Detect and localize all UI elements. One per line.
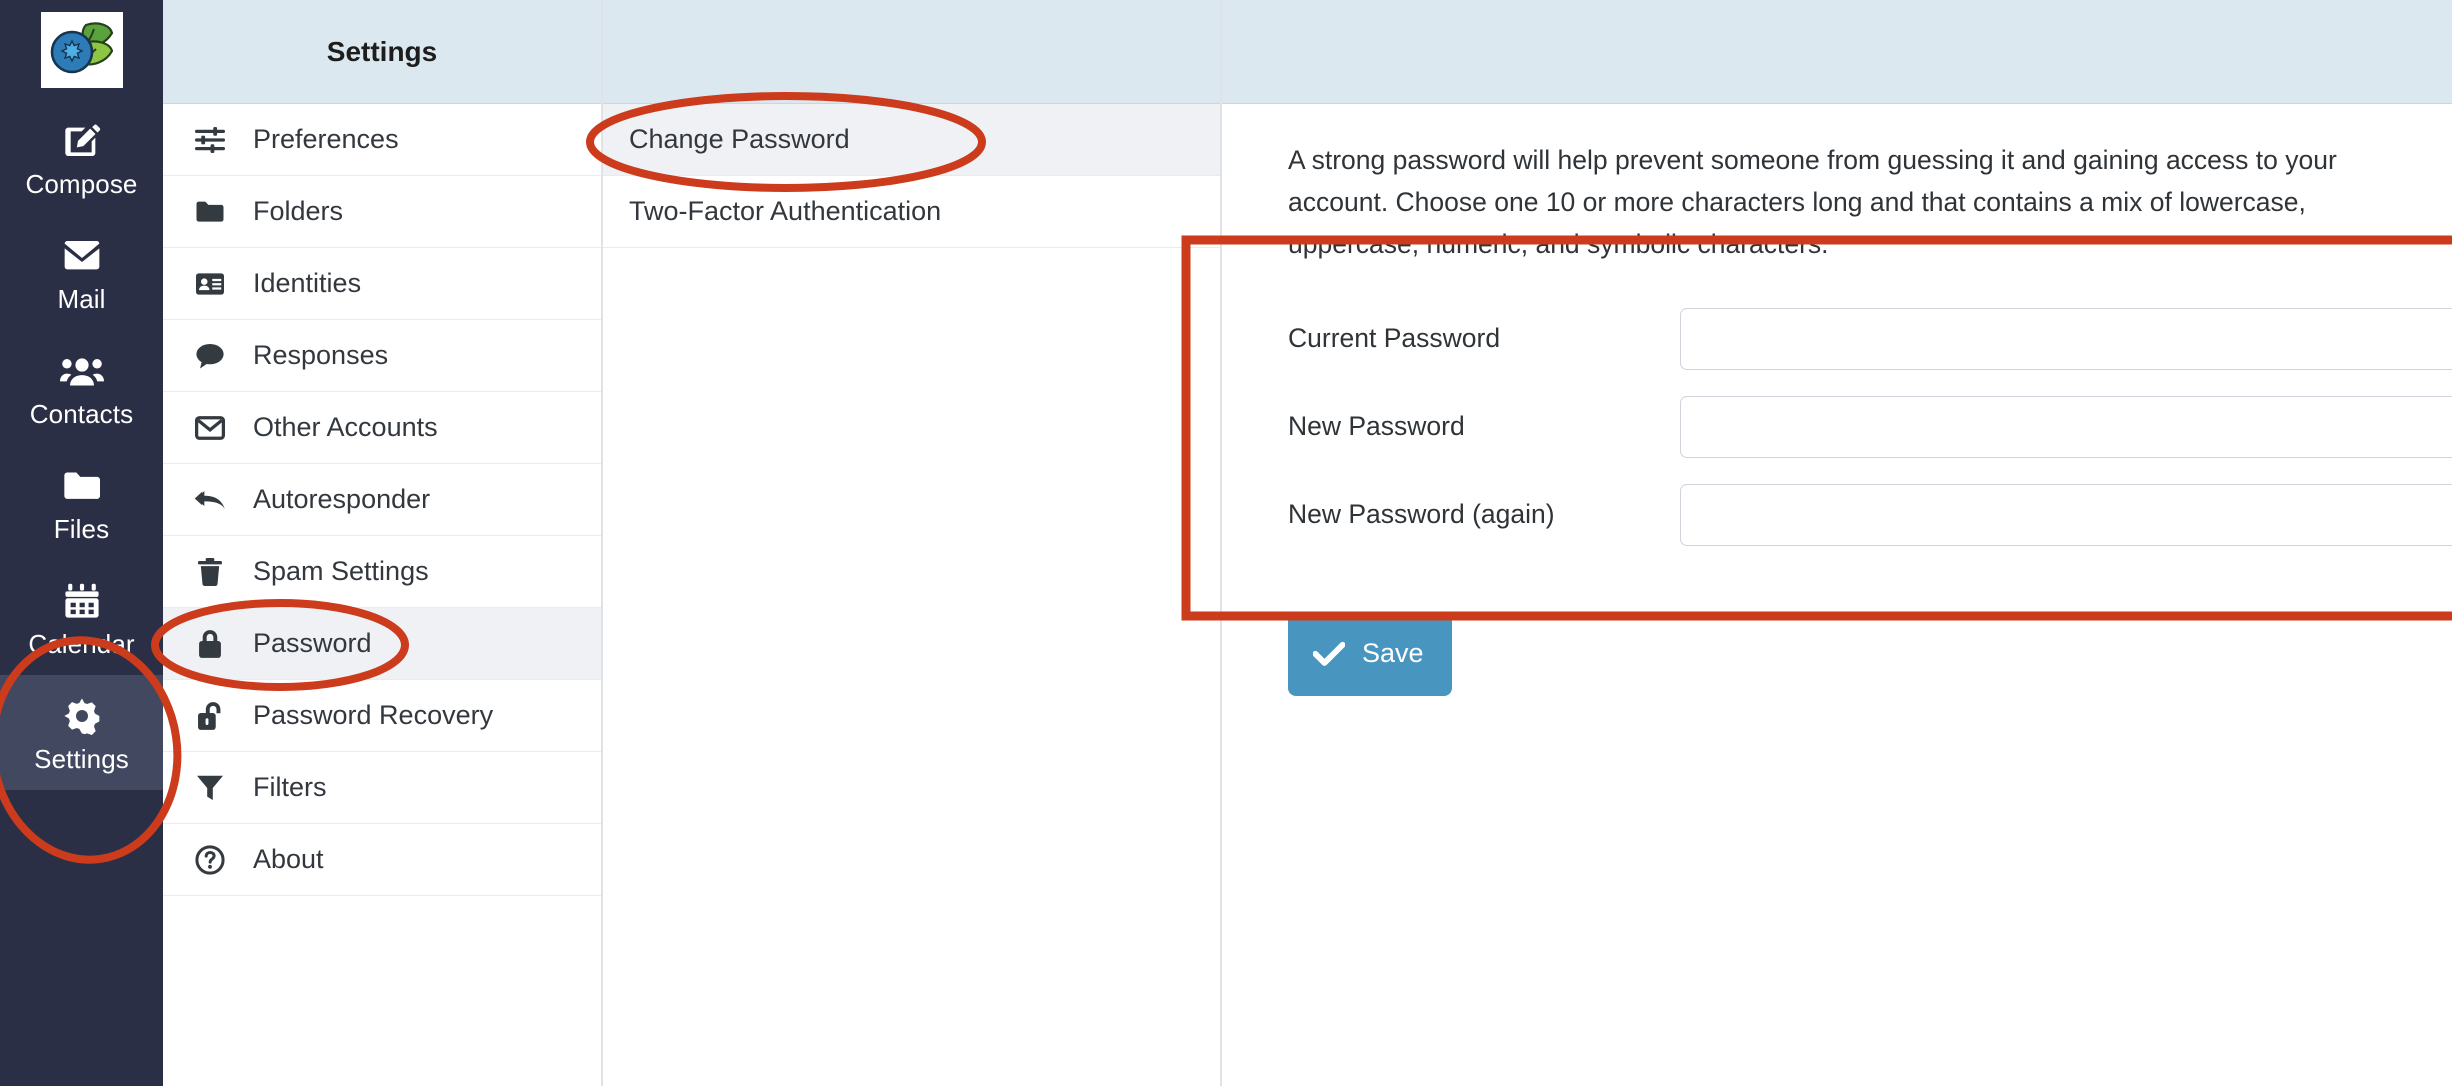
compose-icon xyxy=(60,119,104,163)
sidebar-item-label: Settings xyxy=(34,743,129,774)
reply-all-icon xyxy=(193,483,227,517)
chat-bubble-icon xyxy=(193,339,227,373)
change-password-content: A strong password will help prevent some… xyxy=(1222,0,2452,1086)
id-card-icon xyxy=(193,267,227,301)
settings-item-responses[interactable]: Responses xyxy=(163,320,601,392)
settings-item-label: Filters xyxy=(253,772,327,802)
app-logo xyxy=(0,0,163,100)
section-panel-header xyxy=(603,0,1220,104)
sidebar-item-mail[interactable]: Mail xyxy=(0,215,163,330)
settings-item-label: Folders xyxy=(253,196,344,226)
settings-item-password[interactable]: Password xyxy=(163,608,601,680)
gear-icon xyxy=(60,694,104,738)
settings-item-label: Password Recovery xyxy=(253,700,494,730)
sidebar-item-label: Files xyxy=(53,513,110,544)
settings-list-panel: Settings Preferences Folders Identities … xyxy=(163,0,603,1086)
content-header xyxy=(1222,0,2452,104)
password-section-panel: Change Password Two-Factor Authenticatio… xyxy=(603,0,1222,1086)
sliders-icon xyxy=(193,123,227,157)
settings-item-about[interactable]: About xyxy=(163,824,601,896)
trash-icon xyxy=(193,555,227,589)
settings-item-password-recovery[interactable]: Password Recovery xyxy=(163,680,601,752)
lock-open-icon xyxy=(193,699,227,733)
settings-item-spam-settings[interactable]: Spam Settings xyxy=(163,536,601,608)
settings-item-label: Spam Settings xyxy=(253,556,429,586)
settings-item-label: Password xyxy=(253,628,372,658)
current-password-label: Current Password xyxy=(1288,323,1501,354)
settings-list: Preferences Folders Identities Responses… xyxy=(163,104,601,896)
section-list: Change Password Two-Factor Authenticatio… xyxy=(603,104,1220,248)
check-icon xyxy=(1312,637,1346,671)
settings-item-folders[interactable]: Folders xyxy=(163,176,601,248)
settings-item-other-accounts[interactable]: Other Accounts xyxy=(163,392,601,464)
sidebar-item-compose[interactable]: Compose xyxy=(0,100,163,215)
sidebar-item-label: Calendar xyxy=(28,628,135,659)
section-item-two-factor-authentication[interactable]: Two-Factor Authentication xyxy=(603,176,1220,248)
question-mark-icon xyxy=(193,843,227,877)
settings-item-autoresponder[interactable]: Autoresponder xyxy=(163,464,601,536)
page-title: Settings xyxy=(326,35,438,67)
lock-closed-icon xyxy=(193,627,227,661)
blueberry-logo-icon xyxy=(40,12,123,88)
current-password-field[interactable] xyxy=(1680,307,2452,370)
calendar-icon xyxy=(60,579,104,623)
form-row-new-password: New Password xyxy=(1288,395,2452,458)
envelope-icon xyxy=(193,411,227,445)
settings-item-filters[interactable]: Filters xyxy=(163,752,601,824)
confirm-password-field[interactable] xyxy=(1680,483,2452,546)
settings-item-preferences[interactable]: Preferences xyxy=(163,104,601,176)
app-sidebar: Compose Mail Contacts Files Calendar Set… xyxy=(0,0,163,1086)
password-help-text: A strong password will help prevent some… xyxy=(1288,145,2337,259)
sidebar-item-contacts[interactable]: Contacts xyxy=(0,330,163,445)
sidebar-item-calendar[interactable]: Calendar xyxy=(0,560,163,675)
new-password-field[interactable] xyxy=(1680,395,2452,458)
funnel-icon xyxy=(193,771,227,805)
sidebar-item-settings[interactable]: Settings xyxy=(0,675,163,790)
settings-item-identities[interactable]: Identities xyxy=(163,248,601,320)
new-password-label: New Password xyxy=(1288,411,1465,442)
files-icon xyxy=(60,464,104,508)
save-button[interactable]: Save xyxy=(1288,611,1452,696)
settings-panel-header: Settings xyxy=(163,0,601,104)
sidebar-item-label: Compose xyxy=(25,168,138,199)
form-row-confirm-password: New Password (again) xyxy=(1288,483,2452,546)
settings-item-label: Identities xyxy=(253,268,362,298)
sidebar-item-label: Contacts xyxy=(29,398,134,429)
settings-item-label: Responses xyxy=(253,340,389,370)
section-item-change-password[interactable]: Change Password xyxy=(603,104,1220,176)
mail-icon xyxy=(60,234,104,278)
settings-item-label: Preferences xyxy=(253,124,399,154)
sidebar-item-label: Mail xyxy=(57,283,106,314)
contacts-icon xyxy=(59,349,104,393)
confirm-password-label: New Password (again) xyxy=(1288,499,1555,530)
webmail-settings-screen: Compose Mail Contacts Files Calendar Set… xyxy=(0,0,2452,1086)
sidebar-item-files[interactable]: Files xyxy=(0,445,163,560)
settings-item-label: About xyxy=(253,844,324,874)
change-password-form: Current Password New Password New Passwo… xyxy=(1288,307,2452,546)
save-button-label: Save xyxy=(1362,638,1424,669)
content-body: A strong password will help prevent some… xyxy=(1222,104,2452,1086)
settings-item-label: Other Accounts xyxy=(253,412,438,442)
settings-item-label: Autoresponder xyxy=(253,484,431,514)
form-row-current-password: Current Password xyxy=(1288,307,2452,370)
folder-icon xyxy=(193,195,227,229)
